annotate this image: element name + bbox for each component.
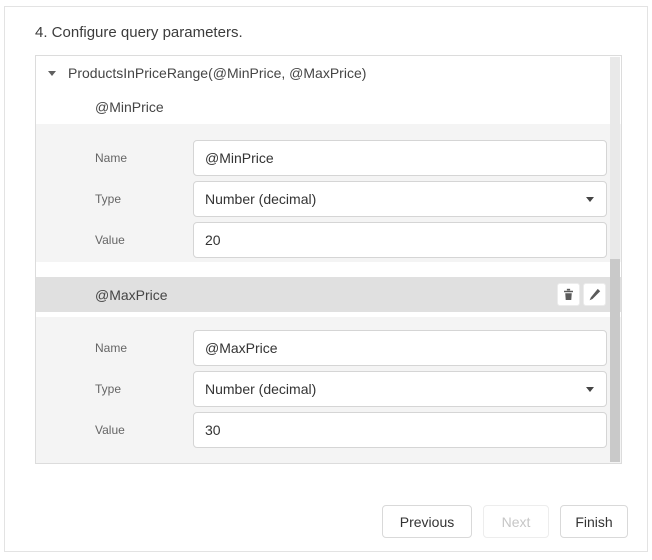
parameter-row-maxprice[interactable]: @MaxPrice <box>36 277 621 312</box>
type-row: Type Number (decimal) <box>36 181 621 217</box>
maxprice-type-select[interactable]: Number (decimal) <box>193 371 607 407</box>
row-actions <box>557 283 606 306</box>
parameter-form-maxprice: Name Type Number (decimal) Value <box>36 317 621 463</box>
value-row: Value <box>36 412 621 448</box>
wizard-footer: Previous Next Finish <box>382 505 628 538</box>
value-label: Value <box>95 423 193 437</box>
minprice-name-input[interactable] <box>193 140 607 176</box>
type-row: Type Number (decimal) <box>36 371 621 407</box>
step-title: 4. Configure query parameters. <box>35 24 243 41</box>
expander-icon[interactable] <box>48 71 56 76</box>
stored-procedure-label: ProductsInPriceRange(@MinPrice, @MaxPric… <box>68 65 366 81</box>
name-label: Name <box>95 341 193 355</box>
maxprice-name-input[interactable] <box>193 330 607 366</box>
scrollbar-thumb[interactable] <box>610 259 620 462</box>
section-divider <box>36 262 621 277</box>
delete-parameter-button[interactable] <box>557 283 580 306</box>
chevron-down-icon <box>586 387 594 392</box>
maxprice-type-value: Number (decimal) <box>205 381 316 397</box>
name-row: Name <box>36 140 621 176</box>
value-row: Value <box>36 222 621 258</box>
maxprice-value-input[interactable] <box>193 412 607 448</box>
query-parameters-panel: ProductsInPriceRange(@MinPrice, @MaxPric… <box>35 55 622 464</box>
parameter-form-minprice: Name Type Number (decimal) Value <box>36 124 621 262</box>
pencil-icon <box>588 288 601 301</box>
parameter-header-maxprice: @MaxPrice <box>95 287 168 303</box>
finish-button[interactable]: Finish <box>560 505 628 538</box>
stored-procedure-header[interactable]: ProductsInPriceRange(@MinPrice, @MaxPric… <box>36 56 621 90</box>
chevron-down-icon <box>586 197 594 202</box>
trash-icon <box>562 288 575 301</box>
value-label: Value <box>95 233 193 247</box>
scrollbar[interactable] <box>610 57 620 462</box>
name-label: Name <box>95 151 193 165</box>
wizard-card: 4. Configure query parameters. ProductsI… <box>4 6 648 552</box>
name-row: Name <box>36 330 621 366</box>
minprice-value-input[interactable] <box>193 222 607 258</box>
minprice-type-value: Number (decimal) <box>205 191 316 207</box>
next-button[interactable]: Next <box>483 505 549 538</box>
previous-button[interactable]: Previous <box>382 505 472 538</box>
edit-parameter-button[interactable] <box>583 283 606 306</box>
type-label: Type <box>95 382 193 396</box>
parameter-header-minprice[interactable]: @MinPrice <box>36 90 621 124</box>
type-label: Type <box>95 192 193 206</box>
minprice-type-select[interactable]: Number (decimal) <box>193 181 607 217</box>
